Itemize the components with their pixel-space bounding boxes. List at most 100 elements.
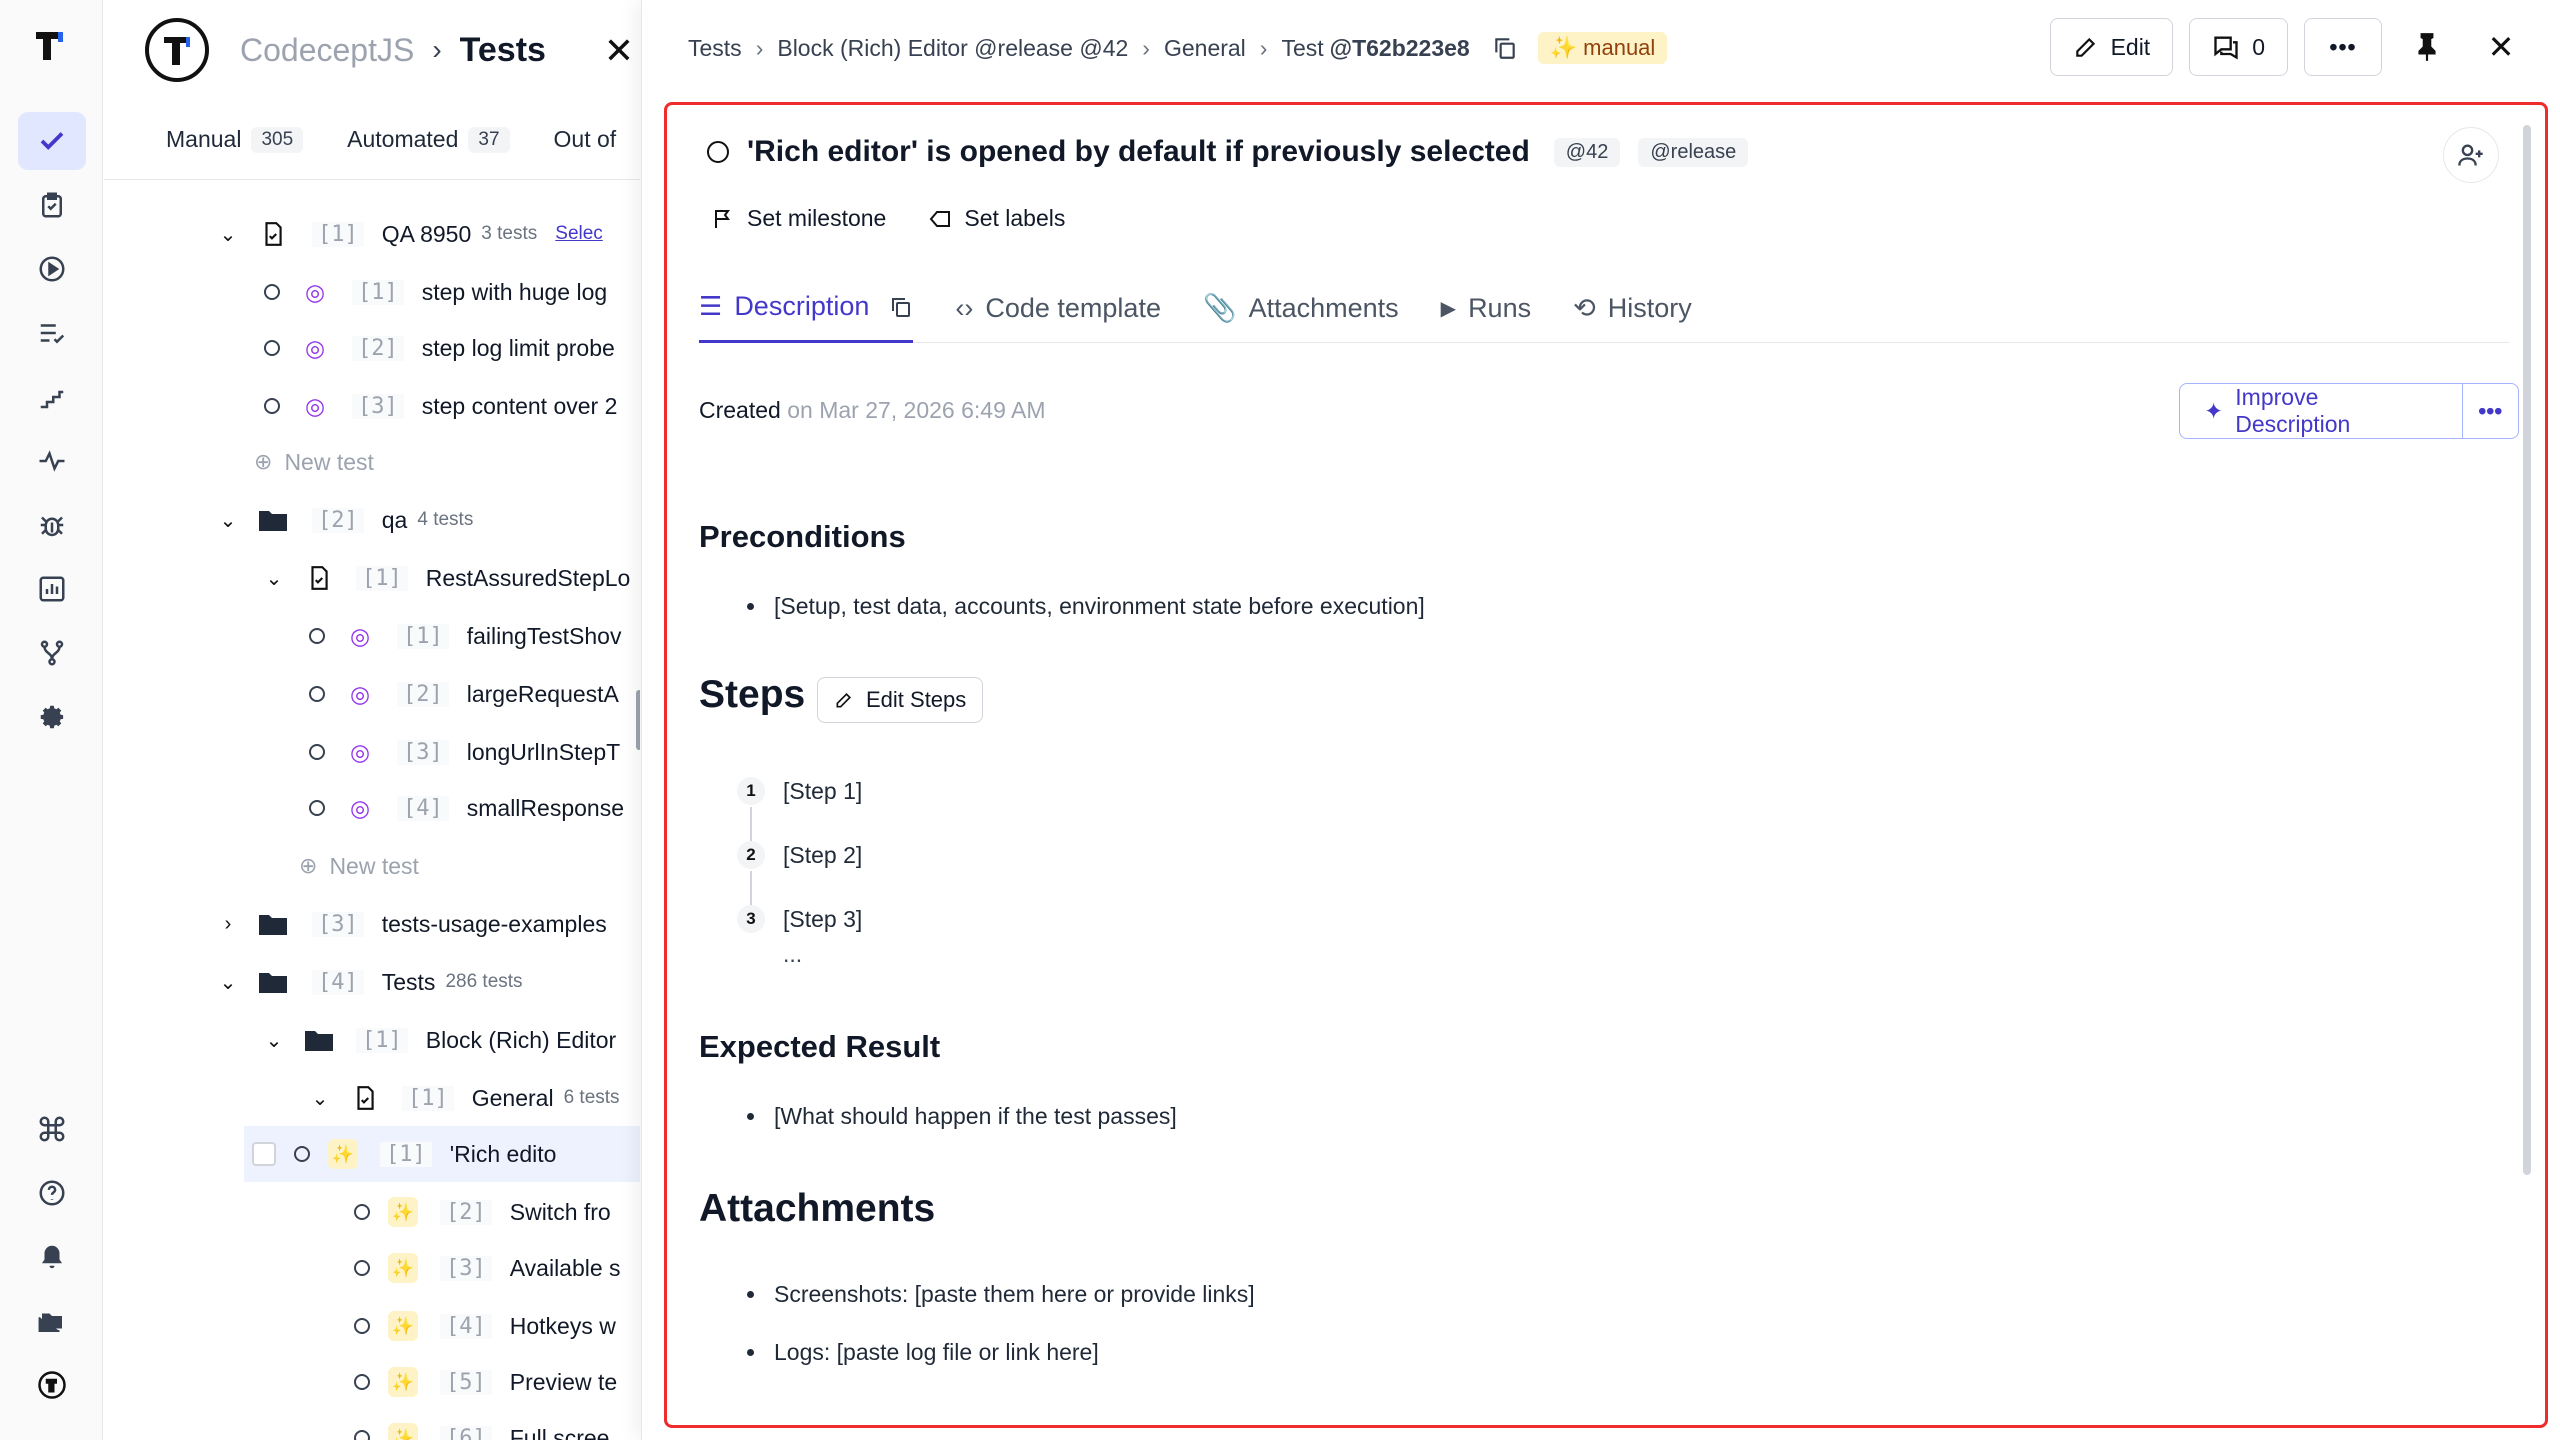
edit-steps-button[interactable]: Edit Steps: [817, 677, 984, 723]
tab-automated[interactable]: Automated 37: [347, 126, 510, 153]
title-sub-actions: Set milestone Set labels: [711, 205, 1065, 232]
tests-nav-check-icon[interactable]: [18, 112, 86, 170]
tree-row-test[interactable]: ◎ [3] longUrlInStepT: [104, 724, 640, 780]
copy-description-icon[interactable]: [889, 295, 913, 319]
new-test-button[interactable]: ⊕ New test: [104, 838, 640, 894]
tree-row-folder[interactable]: ⌄ [2] qa 4 tests: [104, 492, 640, 548]
edit-button[interactable]: Edit: [2049, 18, 2174, 76]
bug-icon[interactable]: [18, 496, 86, 554]
improve-more-button[interactable]: •••: [2463, 398, 2518, 425]
user-avatar-logo-icon[interactable]: [18, 1356, 86, 1414]
test-id: @T62b223e8: [1329, 34, 1470, 61]
content-scrollbar[interactable]: [2523, 125, 2531, 1175]
manual-icon: ✨: [388, 1367, 418, 1397]
set-labels-button[interactable]: Set labels: [928, 205, 1065, 232]
created-line: Created on Mar 27, 2026 6:49 AM: [699, 397, 1046, 424]
breadcrumb-tests[interactable]: Tests: [688, 35, 742, 62]
breadcrumb-suite[interactable]: Block (Rich) Editor @release @42: [777, 35, 1128, 62]
clipboard-icon[interactable]: [18, 176, 86, 234]
topbar-actions: Edit 0 ••• ✕: [2049, 18, 2530, 76]
gear-icon[interactable]: [18, 688, 86, 746]
steps-icon[interactable]: [18, 368, 86, 426]
tree-row-test[interactable]: ✨ [5] Preview te: [104, 1354, 640, 1410]
tree-row-suite[interactable]: ⌄ [1] QA 8950 3 tests Selec: [104, 206, 640, 262]
close-tree-icon[interactable]: ✕: [598, 30, 640, 72]
project-logo-icon[interactable]: [144, 17, 210, 83]
chevron-down-icon[interactable]: ⌄: [262, 566, 286, 591]
new-test-label: New test: [284, 448, 374, 475]
tree-row-folder[interactable]: ⌄ [4] Tests 286 tests: [104, 954, 640, 1010]
help-icon[interactable]: [18, 1164, 86, 1222]
chart-icon[interactable]: [18, 560, 86, 618]
tab-out-of-sync[interactable]: Out of: [554, 126, 617, 153]
command-icon[interactable]: [18, 1100, 86, 1158]
tab-history[interactable]: ⟲ History: [1573, 273, 1692, 343]
project-name[interactable]: CodeceptJS: [240, 32, 414, 69]
copy-icon[interactable]: [1492, 35, 1518, 61]
folder-number: [4]: [312, 969, 364, 995]
tree-row-test[interactable]: ◎ [1] failingTestShov: [104, 608, 640, 664]
chevron-down-icon[interactable]: ⌄: [216, 222, 240, 247]
branch-icon[interactable]: [18, 624, 86, 682]
flag-icon: [715, 209, 730, 228]
select-link[interactable]: Selec: [555, 223, 603, 245]
tab-description[interactable]: ☰ Description: [699, 273, 914, 343]
tree-row-test[interactable]: ◎ [1] step with huge log: [104, 264, 640, 320]
tree-header: CodeceptJS › Tests ✕: [104, 0, 640, 100]
tree-row-test[interactable]: ◎ [3] step content over 2: [104, 378, 640, 434]
tab-runs[interactable]: ▶ Runs: [1441, 273, 1531, 343]
tag-42[interactable]: @42: [1553, 137, 1621, 167]
row-checkbox[interactable]: [252, 1142, 276, 1166]
tree-row-test[interactable]: ◎ [4] smallResponse: [104, 780, 640, 836]
tree-row-test[interactable]: ✨ [3] Available s: [104, 1240, 640, 1296]
chevron-down-icon[interactable]: ⌄: [216, 508, 240, 533]
tab-attachments[interactable]: 📎 Attachments: [1203, 273, 1399, 343]
list-check-icon[interactable]: [18, 304, 86, 362]
tree-row-folder[interactable]: ⌄ [1] Block (Rich) Editor: [104, 1012, 640, 1068]
new-test-button[interactable]: ⊕ New test: [104, 434, 640, 490]
breadcrumb-general[interactable]: General: [1164, 35, 1246, 62]
status-circle-icon: [309, 686, 325, 702]
folders-icon[interactable]: [18, 1292, 86, 1350]
tree-row-test[interactable]: ◎ [2] largeRequestA: [104, 666, 640, 722]
close-panel-icon[interactable]: ✕: [2472, 18, 2530, 76]
tree-row-folder[interactable]: › [3] tests-usage-examples: [104, 896, 640, 952]
suite-count: 3 tests: [481, 223, 538, 244]
test-label: step log limit probe: [421, 334, 615, 361]
tree-row-test-selected[interactable]: ✨ [1] 'Rich edito: [244, 1126, 640, 1182]
test-number: [2]: [352, 335, 404, 361]
status-circle-icon: [309, 628, 325, 644]
pin-icon[interactable]: [2398, 18, 2456, 76]
chevron-down-icon[interactable]: ⌄: [262, 1028, 286, 1053]
attachments-heading: Attachments: [699, 1187, 936, 1230]
tree-row-test[interactable]: ✨ [6] Full scree: [104, 1410, 640, 1440]
tree-row-test[interactable]: ◎ [2] step log limit probe: [104, 320, 640, 376]
set-milestone-button[interactable]: Set milestone: [711, 205, 886, 232]
tree-row-test[interactable]: ✨ [2] Switch fro: [104, 1184, 640, 1240]
play-icon[interactable]: [18, 240, 86, 298]
set-labels-label: Set labels: [964, 205, 1066, 231]
improve-description-button[interactable]: ✦ Improve Description: [2180, 384, 2463, 438]
chevron-down-icon[interactable]: ⌄: [308, 1086, 332, 1111]
test-tree-pane: CodeceptJS › Tests ✕ Manual 305 Automated…: [104, 0, 640, 1440]
bell-icon[interactable]: [18, 1228, 86, 1286]
tree-row-test[interactable]: ✨ [4] Hotkeys w: [104, 1298, 640, 1354]
tree-scrollbar[interactable]: [636, 690, 640, 750]
test-number: [4]: [440, 1313, 492, 1339]
pulse-icon[interactable]: [18, 432, 86, 490]
tree-row-suite[interactable]: ⌄ [1] General 6 tests: [104, 1070, 640, 1126]
tab-manual[interactable]: Manual 305: [166, 126, 304, 153]
comments-button[interactable]: 0: [2189, 18, 2288, 76]
tab-code-template[interactable]: ‹› Code template: [955, 273, 1161, 343]
tree-row-suite[interactable]: ⌄ [1] RestAssuredStepLo: [104, 550, 640, 606]
tag-release[interactable]: @release: [1638, 137, 1749, 167]
breadcrumb-separator: ›: [1259, 34, 1268, 61]
plus-circle-icon: ⊕: [299, 853, 318, 878]
chevron-right-icon[interactable]: ›: [216, 913, 240, 936]
more-options-button[interactable]: •••: [2304, 18, 2382, 76]
assign-user-icon[interactable]: [2443, 127, 2499, 183]
testomat-logo[interactable]: [30, 26, 70, 66]
folder-label: Block (Rich) Editor: [425, 1026, 617, 1053]
suite-label: General: [471, 1084, 554, 1111]
chevron-down-icon[interactable]: ⌄: [216, 970, 240, 995]
